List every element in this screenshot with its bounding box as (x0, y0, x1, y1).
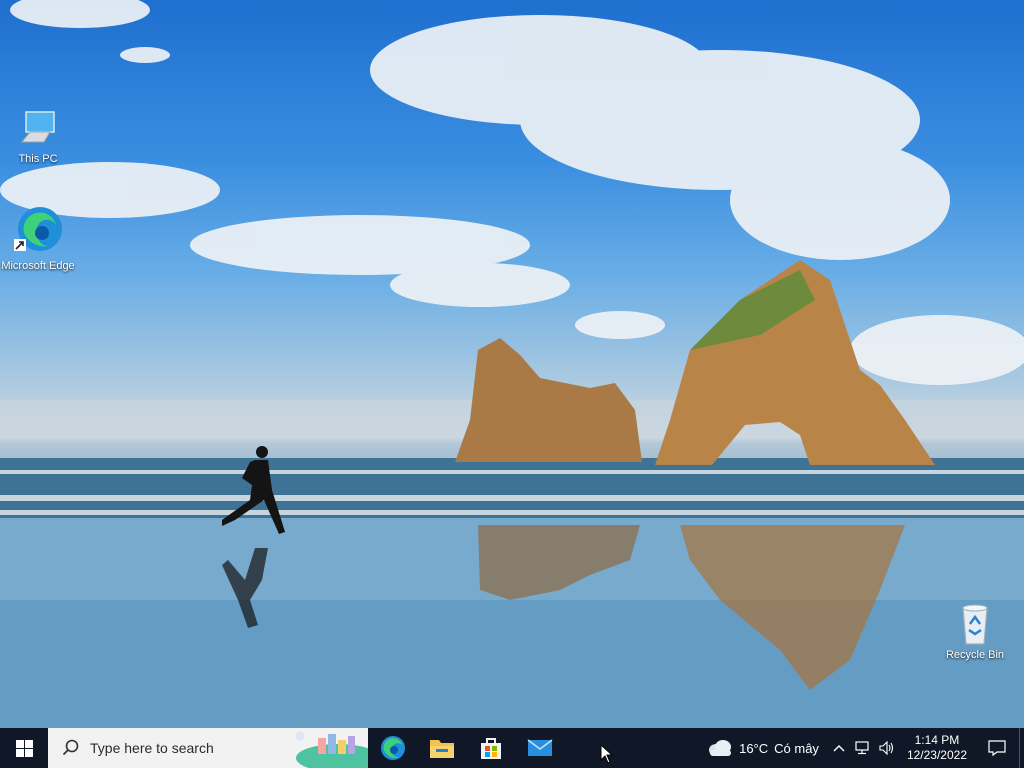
edge-icon (14, 207, 62, 251)
desktop-icon-label: This PC (18, 153, 58, 165)
volume-tray-button[interactable] (875, 728, 899, 768)
desktop-icon-label: Recycle Bin (945, 649, 1005, 661)
taskbar: 16°C Có mây 1:14 PM 12/23/2022 (0, 728, 1024, 768)
start-button[interactable] (0, 728, 48, 768)
system-tray: 16°C Có mây 1:14 PM 12/23/2022 (699, 728, 1024, 768)
wallpaper (0, 0, 1024, 728)
clock-date: 12/23/2022 (906, 748, 967, 762)
search-input[interactable] (88, 739, 292, 757)
file-explorer-icon (429, 740, 454, 758)
edge-icon (380, 736, 405, 760)
weather-condition: Có mây (774, 740, 819, 756)
mail-icon (527, 739, 552, 756)
windows-logo-icon (15, 739, 33, 757)
chevron-up-icon (833, 745, 845, 752)
desktop-icon-label: Microsoft Edge (1, 260, 75, 272)
desktop: This PC Microsoft Edge Recycle Bin (0, 0, 1024, 728)
store-icon (480, 738, 501, 759)
weather-widget[interactable]: 16°C Có mây (699, 739, 827, 757)
recycle-bin-icon (962, 604, 988, 645)
taskbar-clock[interactable]: 1:14 PM 12/23/2022 (899, 733, 975, 763)
network-tray-button[interactable] (851, 728, 875, 768)
desktop-icon-microsoft-edge[interactable]: Microsoft Edge (0, 205, 76, 273)
desktop-icon-this-pc[interactable]: This PC (0, 108, 76, 166)
cloud-icon (709, 740, 732, 756)
taskbar-app-edge[interactable] (368, 728, 417, 768)
clock-time: 1:14 PM (914, 733, 960, 747)
taskbar-app-store[interactable] (466, 728, 515, 768)
show-desktop-button[interactable] (1019, 728, 1024, 768)
search-icon (62, 739, 79, 756)
action-center-button[interactable] (975, 728, 1019, 768)
taskbar-app-file-explorer[interactable] (417, 728, 466, 768)
taskbar-app-mail[interactable] (515, 728, 564, 768)
notification-icon (988, 740, 1006, 756)
taskbar-search-box[interactable] (48, 728, 368, 768)
search-highlight-illustration-icon (295, 731, 368, 768)
computer-icon (20, 111, 55, 143)
network-icon (855, 741, 869, 755)
weather-temperature: 16°C (739, 740, 769, 756)
desktop-icon-recycle-bin[interactable]: Recycle Bin (937, 602, 1013, 662)
mouse-cursor-icon (600, 744, 614, 764)
show-hidden-icons-button[interactable] (827, 728, 851, 768)
speaker-icon (879, 741, 893, 755)
